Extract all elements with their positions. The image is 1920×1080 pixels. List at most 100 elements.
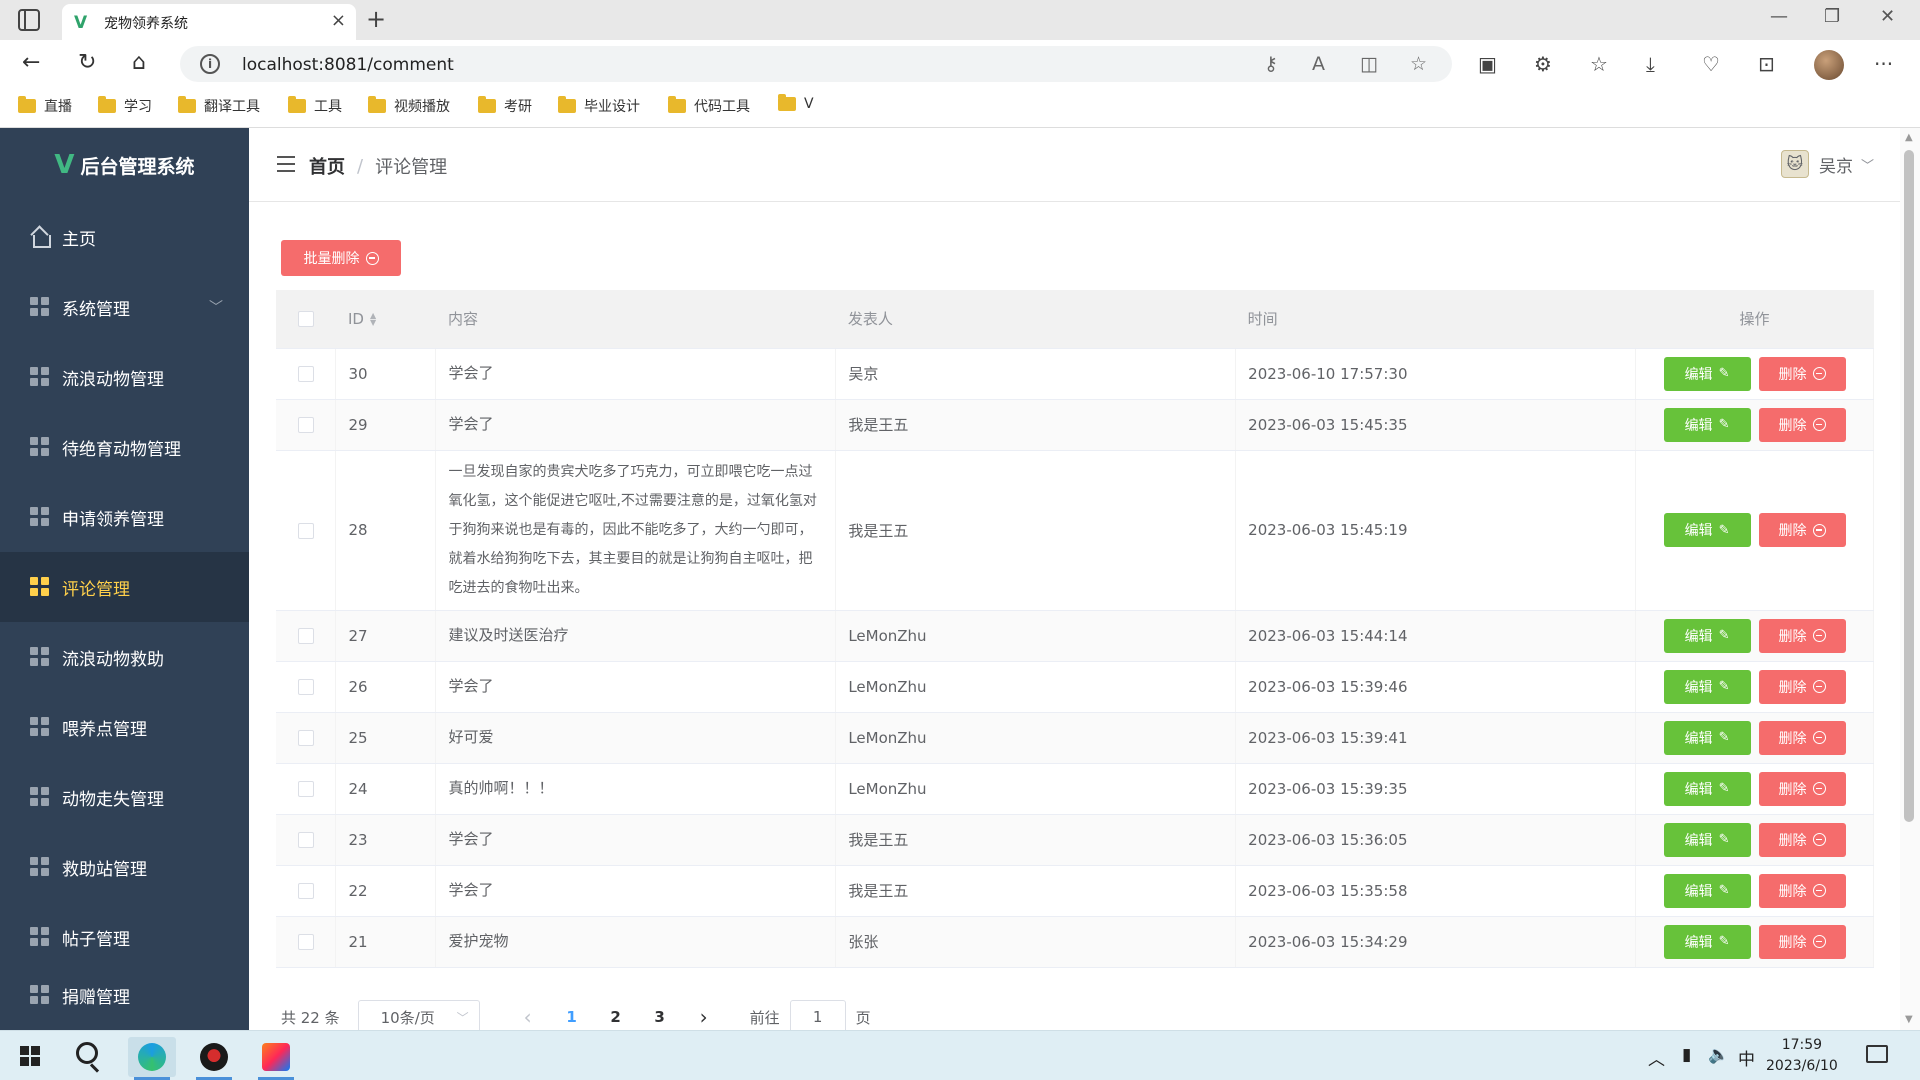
microphone-icon[interactable]: ▮ <box>1682 1045 1691 1065</box>
user-dropdown[interactable]: 🐱 吴京 ﹀ <box>1780 150 1874 178</box>
bookmark-folder[interactable]: V <box>778 94 814 112</box>
row-checkbox[interactable] <box>298 832 314 848</box>
bookmark-folder[interactable]: 毕业设计 <box>558 96 640 116</box>
bookmark-folder[interactable]: 代码工具 <box>668 96 750 116</box>
bookmark-folder[interactable]: 工具 <box>288 96 342 116</box>
taskbar-app[interactable] <box>190 1037 238 1080</box>
page-number[interactable]: 3 <box>638 1008 682 1026</box>
edit-button[interactable]: 编辑 ✎ <box>1663 513 1751 547</box>
back-icon[interactable]: ← <box>22 50 40 75</box>
sidebar-item-rescue-stations[interactable]: 救助站管理 <box>0 832 249 902</box>
menu-toggle-icon[interactable] <box>277 156 295 172</box>
browser-tab[interactable]: V 宠物领养系统 × <box>62 4 356 40</box>
profile-avatar[interactable] <box>1814 50 1844 80</box>
bookmark-folder[interactable]: 翻译工具 <box>178 96 260 116</box>
edit-button[interactable]: 编辑 ✎ <box>1663 924 1751 959</box>
sidebar-item-stray-animals[interactable]: 流浪动物管理 <box>0 342 249 412</box>
minimize-icon[interactable]: — <box>1770 6 1788 27</box>
row-checkbox[interactable] <box>298 781 314 797</box>
sidebar-item-feeding-points[interactable]: 喂养点管理 <box>0 692 249 762</box>
goto-page-input[interactable]: 1 <box>789 1000 846 1034</box>
row-checkbox[interactable] <box>298 366 314 382</box>
edit-button[interactable]: 编辑 ✎ <box>1663 822 1751 857</box>
new-tab-icon[interactable]: + <box>366 5 386 33</box>
prev-page-icon[interactable]: ‹ <box>506 1005 550 1029</box>
row-checkbox[interactable] <box>298 730 314 746</box>
sidebar-item-system[interactable]: 系统管理 ﹀ <box>0 272 249 342</box>
delete-button[interactable]: 删除 <box>1758 924 1846 959</box>
restore-icon[interactable]: ❐ <box>1824 6 1840 27</box>
batch-delete-button[interactable]: 批量删除 <box>281 240 401 276</box>
favorite-star-icon[interactable]: ☆ <box>1410 53 1427 75</box>
edit-button[interactable]: 编辑 ✎ <box>1663 771 1751 806</box>
bookmark-folder[interactable]: 学习 <box>98 96 152 116</box>
page-scrollbar[interactable]: ▲ ▼ <box>1900 128 1920 1030</box>
ime-indicator[interactable]: 中 <box>1738 1045 1755 1070</box>
read-aloud-icon[interactable]: A <box>1312 53 1325 75</box>
delete-button[interactable]: 删除 <box>1758 822 1846 857</box>
address-bar[interactable]: i localhost:8081/comment ⚷ A ◫ ☆ <box>180 46 1452 82</box>
browser-essentials-icon[interactable]: ♡ <box>1702 52 1720 76</box>
sidebar-item-adoption[interactable]: 申请领养管理 <box>0 482 249 552</box>
page-number[interactable]: 2 <box>594 1008 638 1026</box>
scroll-up-icon[interactable]: ▲ <box>1905 132 1913 143</box>
more-menu-icon[interactable]: ··· <box>1874 52 1893 76</box>
screenshot-icon[interactable]: ⊡ <box>1758 52 1775 76</box>
windows-start-icon[interactable] <box>20 1046 40 1066</box>
row-checkbox[interactable] <box>298 522 314 539</box>
edit-button[interactable]: 编辑 ✎ <box>1663 669 1751 704</box>
tab-actions-icon[interactable] <box>18 9 40 31</box>
notification-icon[interactable] <box>1866 1045 1888 1063</box>
window-close-icon[interactable]: ✕ <box>1880 6 1895 27</box>
bookmark-folder[interactable]: 视频播放 <box>368 96 450 116</box>
row-checkbox[interactable] <box>298 679 314 695</box>
row-checkbox[interactable] <box>298 628 314 644</box>
edit-button[interactable]: 编辑 ✎ <box>1663 356 1751 391</box>
delete-button[interactable]: 删除 <box>1758 720 1846 755</box>
sidebar-item-lost-animals[interactable]: 动物走失管理 <box>0 762 249 832</box>
tray-expand-icon[interactable]: ︿ <box>1648 1045 1665 1070</box>
delete-button[interactable]: 删除 <box>1758 356 1846 391</box>
edit-button[interactable]: 编辑 ✎ <box>1663 720 1751 755</box>
delete-button[interactable]: 删除 <box>1758 513 1846 547</box>
delete-button[interactable]: 删除 <box>1758 669 1846 704</box>
row-checkbox[interactable] <box>298 883 314 899</box>
scroll-down-icon[interactable]: ▼ <box>1905 1014 1913 1025</box>
sidebar-item-sterilization[interactable]: 待绝育动物管理 <box>0 412 249 482</box>
volume-icon[interactable]: 🔈 <box>1708 1045 1729 1065</box>
site-info-icon[interactable]: i <box>200 54 220 74</box>
extensions-icon[interactable]: ⚙ <box>1534 52 1552 76</box>
sidebar-item-home[interactable]: 主页 <box>0 202 249 272</box>
breadcrumb-home[interactable]: 首页 <box>309 153 345 179</box>
workspaces-icon[interactable]: ▣ <box>1478 52 1497 76</box>
row-checkbox[interactable] <box>298 417 314 433</box>
sidebar-item-donations[interactable]: 捐赠管理 <box>0 960 249 1030</box>
select-all-checkbox[interactable] <box>298 311 314 328</box>
downloads-icon[interactable]: ⤓ <box>1646 52 1655 76</box>
sidebar-item-comments[interactable]: 评论管理 <box>0 552 249 622</box>
scrollbar-thumb[interactable] <box>1904 150 1914 822</box>
favorites-icon[interactable]: ☆ <box>1590 52 1608 76</box>
home-icon[interactable]: ⌂ <box>132 50 146 75</box>
reader-view-icon[interactable]: ◫ <box>1360 53 1378 75</box>
bookmark-folder[interactable]: 考研 <box>478 96 532 116</box>
page-size-select[interactable]: 10条/页 ﹀ <box>357 1000 480 1034</box>
page-number[interactable]: 1 <box>550 1008 594 1026</box>
delete-button[interactable]: 删除 <box>1758 618 1846 653</box>
url-text[interactable]: localhost:8081/comment <box>242 55 454 75</box>
tab-close-icon[interactable]: × <box>331 10 346 31</box>
column-id[interactable]: ID ▲ ▼ <box>335 290 436 349</box>
system-clock[interactable]: 17:59 2023/6/10 <box>1766 1035 1838 1077</box>
edit-button[interactable]: 编辑 ✎ <box>1663 618 1751 653</box>
next-page-icon[interactable]: › <box>682 1005 726 1029</box>
row-checkbox[interactable] <box>298 934 314 950</box>
sort-icon[interactable]: ▲ ▼ <box>370 312 376 327</box>
edit-button[interactable]: 编辑 ✎ <box>1663 407 1751 442</box>
delete-button[interactable]: 删除 <box>1758 771 1846 806</box>
edit-button[interactable]: 编辑 ✎ <box>1663 873 1751 908</box>
search-icon[interactable] <box>76 1042 98 1064</box>
delete-button[interactable]: 删除 <box>1758 873 1846 908</box>
taskbar-edge-app[interactable] <box>128 1037 176 1080</box>
key-icon[interactable]: ⚷ <box>1264 53 1278 75</box>
taskbar-intellij-app[interactable] <box>252 1037 300 1080</box>
